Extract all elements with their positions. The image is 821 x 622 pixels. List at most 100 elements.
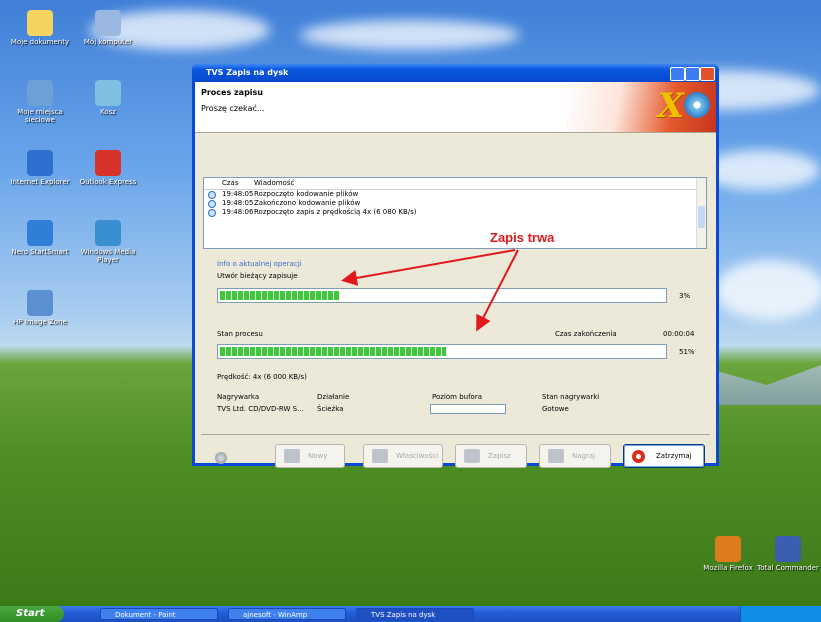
overall-label: Stan procesu: [217, 330, 263, 338]
desktop-icon-label: Internet Explorer: [10, 178, 70, 186]
device-col-action: Działanie: [317, 393, 350, 401]
time-value: 00:00:04: [663, 330, 695, 338]
log-col-time[interactable]: Czas: [222, 178, 239, 189]
maximize-button[interactable]: [685, 67, 700, 81]
speed-text: Prędkość: 4x (6 000 KB/s): [217, 373, 307, 381]
overall-progress-fill: [220, 347, 447, 356]
desktop-app-icon: [95, 220, 121, 246]
new-button[interactable]: Nowy: [275, 444, 345, 468]
log-time: 19:48:06: [222, 208, 254, 216]
desktop-icon-label: Mój komputer: [83, 38, 133, 46]
device-state: Gotowe: [542, 405, 569, 413]
desktop-icon-label: Moje miejsca sieciowe: [17, 108, 63, 124]
time-label: Czas zakończenia: [555, 330, 617, 338]
buffer-level-bar: [430, 404, 506, 414]
desktop-app-icon: [95, 80, 121, 106]
properties-label: Właściwości: [396, 452, 439, 460]
window-title: TVS Zapis na dysk: [206, 68, 289, 77]
desktop-icon-label: Kosz: [100, 108, 116, 116]
desktop-icon-label: Windows Media Player: [80, 248, 136, 264]
burn-button[interactable]: Nagraj: [539, 444, 611, 468]
device-action: Ścieżka: [317, 405, 344, 413]
log-message: Zakończono kodowanie plików: [254, 199, 361, 207]
log-message: Rozpoczęto zapis z prędkością 4x (6 080 …: [254, 208, 417, 216]
desktop-icon[interactable]: Kosz: [70, 80, 146, 116]
save-label: Zapisz: [488, 452, 511, 460]
task-2[interactable]: ajnesoft - WinAmp: [228, 608, 346, 620]
info-link[interactable]: Info o aktualnej operacji: [217, 260, 302, 268]
device-col-buffer: Poziom bufora: [432, 393, 482, 401]
taskbar: Start Dokument - Paint ajnesoft - WinAmp…: [0, 606, 821, 622]
desktop-app-icon: [27, 10, 53, 36]
log-row[interactable]: 19:48:05 Zakończono kodowanie plików: [204, 199, 706, 208]
log-rows: 19:48:05 Rozpoczęto kodowanie plików 19:48…: [204, 190, 706, 217]
annotation-text: Zapis trwa: [490, 230, 555, 245]
close-button[interactable]: [700, 67, 715, 81]
stop-label: Zatrzymaj: [656, 452, 692, 460]
log-time: 19:48:05: [222, 190, 254, 198]
current-label: Utwór bieżący zapisuje: [217, 272, 298, 280]
start-button[interactable]: Start: [0, 606, 64, 622]
desktop-app-icon: [715, 536, 741, 562]
desktop-icon[interactable]: Moje dokumenty: [2, 10, 78, 46]
current-percent: 3%: [679, 292, 691, 300]
desktop-app-icon: [775, 536, 801, 562]
device-col-name: Nagrywarka: [217, 393, 260, 401]
desktop-icon[interactable]: Outlook Express: [70, 150, 146, 186]
info-icon: [208, 209, 216, 217]
wizard-header: Proces zapisu Proszę czekać... X: [195, 82, 716, 133]
info-icon: [208, 200, 216, 208]
save-button[interactable]: Zapisz: [455, 444, 527, 468]
stop-button[interactable]: Zatrzymaj: [623, 444, 705, 468]
desktop-icon-label: Total Commander: [757, 564, 819, 572]
log-row[interactable]: 19:48:05 Rozpoczęto kodowanie plików: [204, 190, 706, 199]
window-titlebar[interactable]: TVS Zapis na dysk: [192, 64, 719, 82]
desktop-icon-label: HP Image Zone: [13, 318, 67, 326]
desktop-icon[interactable]: Total Commander: [750, 536, 821, 572]
desktop-app-icon: [27, 290, 53, 316]
stop-icon: [632, 450, 645, 463]
task-3[interactable]: TVS Zapis na dysk: [356, 608, 474, 620]
header-subtitle: Proszę czekać...: [201, 104, 265, 113]
desktop-app-icon: [27, 80, 53, 106]
desktop-icon[interactable]: Mój komputer: [70, 10, 146, 46]
desktop-icon[interactable]: HP Image Zone: [2, 290, 78, 326]
minimize-button[interactable]: [670, 67, 685, 81]
desktop-icon-label: Nero StartSmart: [11, 248, 69, 256]
desktop-app-icon: [95, 150, 121, 176]
desktop-app-icon: [95, 10, 121, 36]
desktop-app-icon: [27, 150, 53, 176]
log-list[interactable]: Czas Wiadomość 19:48:05 Rozpoczęto kodowa…: [203, 177, 707, 249]
desktop-icon-label: Outlook Express: [79, 178, 137, 186]
cloud: [300, 20, 520, 50]
log-message: Rozpoczęto kodowanie plików: [254, 190, 359, 198]
properties-button[interactable]: Właściwości: [363, 444, 443, 468]
desktop-icon[interactable]: Windows Media Player: [70, 220, 146, 264]
log-header: Czas Wiadomość: [204, 178, 706, 190]
log-time: 19:48:05: [222, 199, 254, 207]
help-icon[interactable]: [215, 452, 227, 464]
log-col-message[interactable]: Wiadomość: [254, 178, 294, 189]
cloud: [715, 260, 821, 320]
header-title: Proces zapisu: [201, 88, 263, 97]
footer-divider: [201, 434, 710, 435]
current-progress-bar: [217, 288, 667, 303]
desktop-icon[interactable]: Internet Explorer: [2, 150, 78, 186]
current-progress-fill: [220, 291, 340, 300]
overall-progress-bar: [217, 344, 667, 359]
log-scrollbar[interactable]: [696, 178, 706, 248]
x-logo-icon: X: [657, 86, 684, 126]
device-name[interactable]: TVS Ltd. CD/DVD-RW S...: [217, 405, 304, 413]
desktop-icon[interactable]: Nero StartSmart: [2, 220, 78, 256]
desktop-icon[interactable]: Moje miejsca sieciowe: [2, 80, 78, 124]
properties-icon: [372, 449, 388, 463]
log-row[interactable]: 19:48:06 Rozpoczęto zapis z prędkością 4x…: [204, 208, 706, 217]
burn-window: TVS Zapis na dysk Proces zapisu Proszę c…: [192, 64, 719, 468]
new-icon: [284, 449, 300, 463]
scroll-thumb[interactable]: [698, 206, 705, 228]
task-1[interactable]: Dokument - Paint: [100, 608, 218, 620]
disc-icon: [684, 92, 710, 118]
new-label: Nowy: [308, 452, 328, 460]
overall-percent: 51%: [679, 348, 695, 356]
device-col-state: Stan nagrywarki: [542, 393, 600, 401]
